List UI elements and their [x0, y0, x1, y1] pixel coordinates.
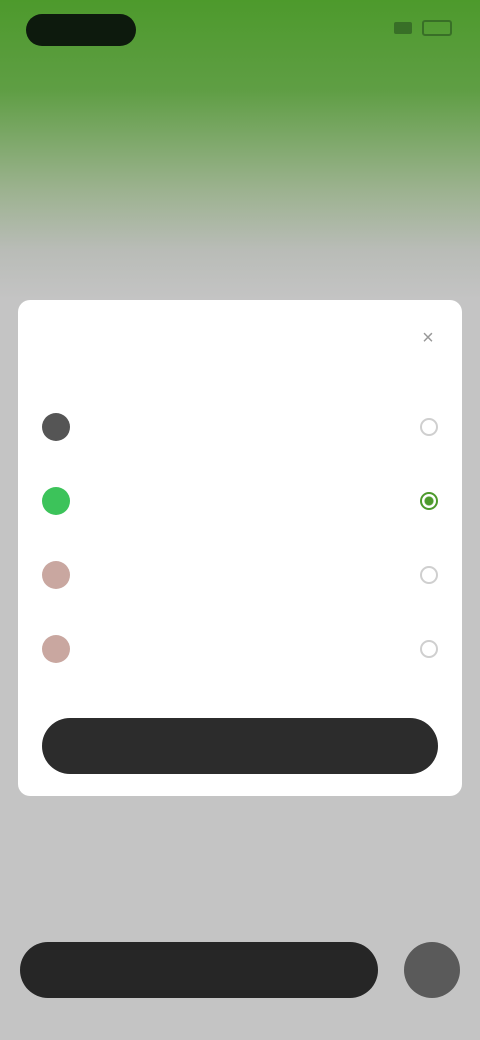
- bottom-bar: [20, 942, 460, 1000]
- payment-sheet: ×: [18, 300, 462, 796]
- bottom-round-button[interactable]: [404, 942, 460, 998]
- payment-sheet-header: ×: [18, 300, 462, 376]
- payment-method-row[interactable]: [18, 464, 462, 538]
- payment-method-radio[interactable]: [420, 640, 438, 658]
- status-time: [26, 14, 136, 46]
- pay-button[interactable]: [42, 718, 438, 774]
- payment-method-radio[interactable]: [420, 566, 438, 584]
- bottom-action-button[interactable]: [20, 942, 378, 998]
- payment-method-row[interactable]: [18, 390, 462, 464]
- payment-method-row[interactable]: [18, 538, 462, 612]
- signal-icon: [394, 22, 412, 34]
- wechat-icon: [42, 487, 70, 515]
- bank-card-icon: [42, 561, 70, 589]
- payment-method-row[interactable]: [18, 612, 462, 686]
- payment-method-radio[interactable]: [420, 492, 438, 510]
- payment-method-radio[interactable]: [420, 418, 438, 436]
- battery-icon: [422, 20, 452, 36]
- close-button[interactable]: ×: [416, 326, 440, 350]
- bank-card-icon: [42, 635, 70, 663]
- payment-method-list: [18, 390, 462, 686]
- wallet-icon: [42, 413, 70, 441]
- status-bar: [0, 0, 480, 64]
- status-icons: [394, 20, 452, 36]
